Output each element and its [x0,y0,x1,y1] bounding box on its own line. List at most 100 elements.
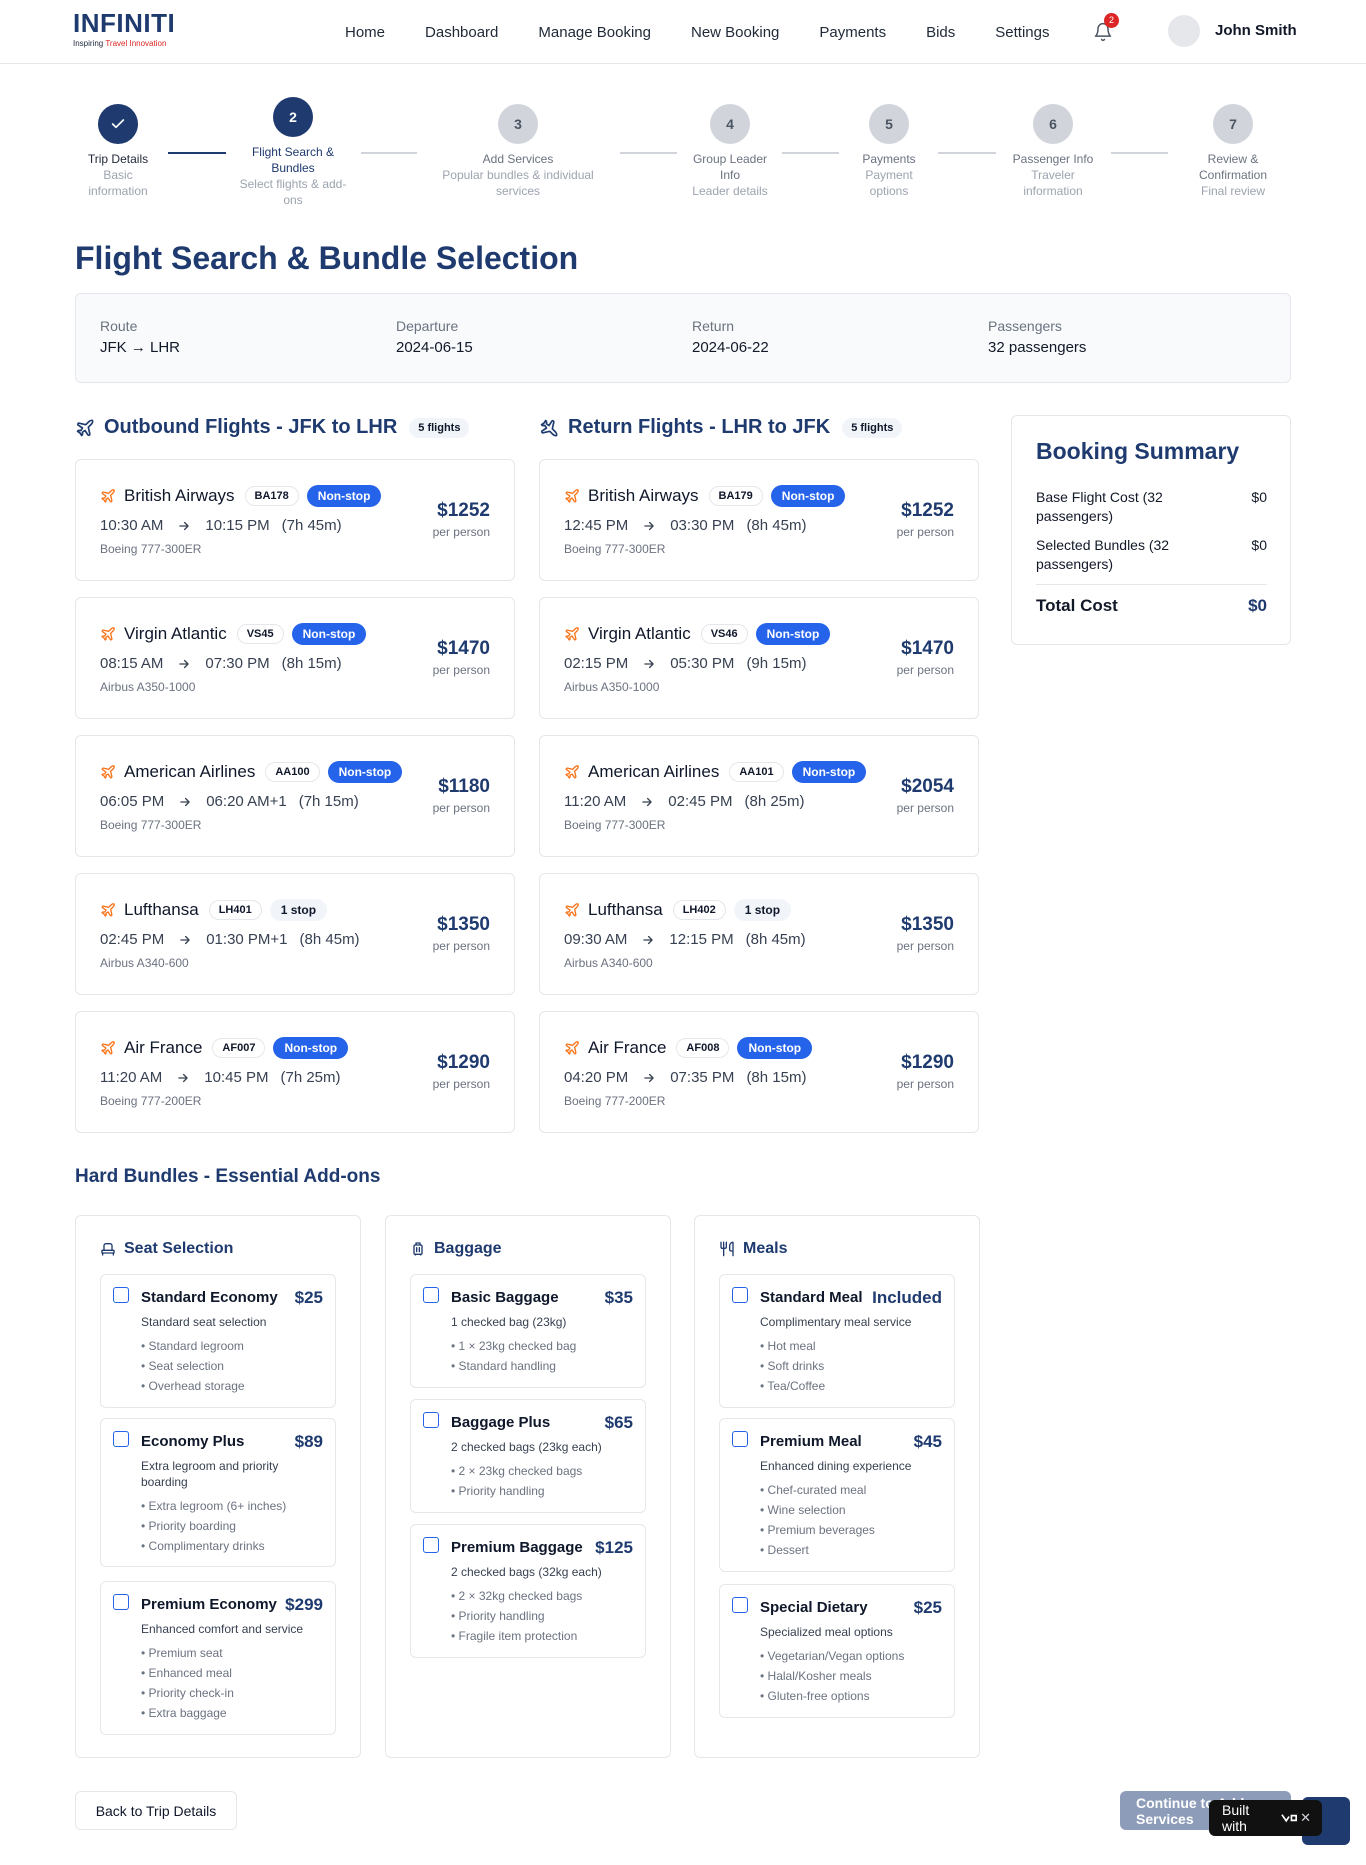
departure-value: 2024-06-15 [396,339,473,356]
step-passenger-info[interactable]: 6 Passenger Info Traveler information [983,104,1123,199]
departure-time: 09:30 AM [564,931,628,948]
summary-base-row: Base Flight Cost (32 passengers) $0 [1036,488,1267,526]
bundle-checkbox[interactable] [423,1537,439,1553]
bundle-feature: • Wine selection [760,1503,846,1517]
step-subtitle: Popular bundles & individual services [442,168,594,198]
bundle-checkbox[interactable] [113,1594,129,1610]
bundle-option[interactable]: Premium Baggage $125 2 checked bags (32k… [410,1524,646,1658]
bundle-option[interactable]: Standard Meal Included Complimentary mea… [719,1274,955,1408]
step-review[interactable]: 7 Review & Confirmation Final review [1163,104,1303,199]
step-group-leader[interactable]: 4 Group Leader Info Leader details [650,104,810,199]
bundle-checkbox[interactable] [113,1287,129,1303]
flight-card[interactable]: Lufthansa LH402 1 stop 09:30 AM 12:15 PM… [539,873,979,995]
bundle-checkbox[interactable] [423,1412,439,1428]
price-amount: $2054 [901,776,954,797]
arrival-time: 05:30 PM [670,655,735,672]
bundle-checkbox[interactable] [732,1431,748,1447]
bundle-checkbox[interactable] [732,1597,748,1613]
flight-times: 11:20 AM 02:45 PM (8h 25m) [564,793,805,810]
summary-title: Booking Summary [1036,438,1240,464]
flight-card[interactable]: American Airlines AA101 Non-stop 11:20 A… [539,735,979,857]
bundle-price: $65 [604,1413,633,1432]
bundle-checkbox[interactable] [423,1287,439,1303]
bundle-option[interactable]: Baggage Plus $65 2 checked bags (23kg ea… [410,1399,646,1513]
back-button[interactable]: Back to Trip Details [75,1791,237,1830]
step-subtitle: Final review [1200,184,1266,198]
bundle-option[interactable]: Premium Meal $45 Enhanced dining experie… [719,1418,955,1572]
flight-card[interactable]: American Airlines AA100 Non-stop 06:05 P… [75,735,515,857]
step-add-services[interactable]: 3 Add Services Popular bundles & individ… [418,104,618,199]
nav-payments[interactable]: Payments [819,24,886,41]
step-circle: 5 [869,104,909,144]
step-payments[interactable]: 5 Payments Payment options [819,104,959,199]
flight-card[interactable]: Air France AF008 Non-stop 04:20 PM 07:35… [539,1011,979,1133]
stops-badge: Non-stop [327,761,403,783]
flight-code-badge: AA101 [729,762,784,782]
user-name[interactable]: John Smith [1215,22,1297,39]
nav-settings[interactable]: Settings [995,24,1049,41]
bundle-description: Extra legroom and priority boarding [141,1459,279,1489]
price-amount: $1470 [437,638,490,659]
airline-name: British Airways [124,486,235,505]
step-trip-details[interactable]: Trip Details Basic information [33,104,203,199]
bundle-column: Seat Selection Standard Economy $25 Stan… [75,1215,361,1758]
bundle-feature-list: • Hot meal • Soft drinks • Tea/Coffee [760,1336,825,1396]
flight-card[interactable]: British Airways BA178 Non-stop 10:30 AM … [75,459,515,581]
arrival-time: 02:45 PM [668,793,733,810]
summary-bundles-row: Selected Bundles (32 passengers) $0 [1036,536,1267,574]
step-flight-search[interactable]: 2 Flight Search & Bundles Select flights… [208,97,378,208]
airline-name: Lufthansa [124,900,199,919]
flight-card[interactable]: Virgin Atlantic VS46 Non-stop 02:15 PM 0… [539,597,979,719]
bundle-feature: • 2 × 32kg checked bags [451,1589,583,1603]
tagline-accent: Travel Innovation [105,39,167,48]
flight-card[interactable]: British Airways BA179 Non-stop 12:45 PM … [539,459,979,581]
bundle-column-header: Meals [719,1240,787,1258]
airline-name: British Airways [588,486,699,505]
nav-new-booking[interactable]: New Booking [691,24,779,41]
bundle-feature: • Extra legroom (6+ inches) [141,1499,287,1513]
built-with-badge[interactable]: Built with ✕ [1209,1800,1322,1836]
flight-times: 02:45 PM 01:30 PM+1 (8h 45m) [100,931,360,948]
flight-duration: (8h 15m) [746,1069,807,1086]
brand-logo[interactable]: INFINITI Inspiring Travel Innovation [73,8,175,48]
flight-price: $1252 per person [897,500,954,539]
flight-card[interactable]: Lufthansa LH401 1 stop 02:45 PM 01:30 PM… [75,873,515,995]
bundle-column-title: Seat Selection [124,1240,234,1257]
bundle-option[interactable]: Standard Economy $25 Standard seat selec… [100,1274,336,1408]
nav-bids[interactable]: Bids [926,24,955,41]
outbound-count-badge: 5 flights [409,417,470,438]
aircraft-type: Airbus A340-600 [564,956,653,970]
booking-summary: Booking Summary Base Flight Cost (32 pas… [1011,415,1291,645]
flight-price: $1290 per person [433,1052,490,1091]
bundle-checkbox[interactable] [732,1287,748,1303]
close-icon[interactable]: ✕ [1300,1810,1311,1826]
bundle-option[interactable]: Basic Baggage $35 1 checked bag (23kg) •… [410,1274,646,1388]
nav-dashboard[interactable]: Dashboard [425,24,498,41]
bundle-option[interactable]: Economy Plus $89 Extra legroom and prior… [100,1418,336,1567]
passengers-value: 32 passengers [988,339,1087,356]
flight-times: 06:05 PM 06:20 AM+1 (7h 15m) [100,793,359,810]
bundle-name: Premium Economy [141,1596,277,1613]
airline-name: American Airlines [124,762,256,781]
arrow-right-icon [644,1073,654,1082]
departure-time: 12:45 PM [564,517,629,534]
bundle-option[interactable]: Special Dietary $25 Specialized meal opt… [719,1584,955,1718]
plane-icon [101,627,115,641]
flight-card[interactable]: Virgin Atlantic VS45 Non-stop 08:15 AM 0… [75,597,515,719]
built-with-label: Built with [1222,1802,1250,1834]
bundle-checkbox[interactable] [113,1431,129,1447]
price-amount: $1180 [438,776,490,797]
nav-manage-booking[interactable]: Manage Booking [538,24,651,41]
route-value: JFK → LHR [100,339,181,356]
bundle-description: 1 checked bag (23kg) [451,1315,567,1329]
nav-links: Home Dashboard Manage Booking New Bookin… [325,0,1069,64]
flight-code-badge: BA179 [708,486,763,506]
flight-card[interactable]: Air France AF007 Non-stop 11:20 AM 10:45… [75,1011,515,1133]
nav-home[interactable]: Home [345,24,385,41]
avatar[interactable] [1168,15,1200,47]
aircraft-type: Airbus A340-600 [100,956,189,970]
aircraft-type: Boeing 777-300ER [100,818,202,832]
bundle-option[interactable]: Premium Economy $299 Enhanced comfort an… [100,1581,336,1735]
departure-time: 10:30 AM [100,517,164,534]
plane-landing-icon [540,419,558,436]
